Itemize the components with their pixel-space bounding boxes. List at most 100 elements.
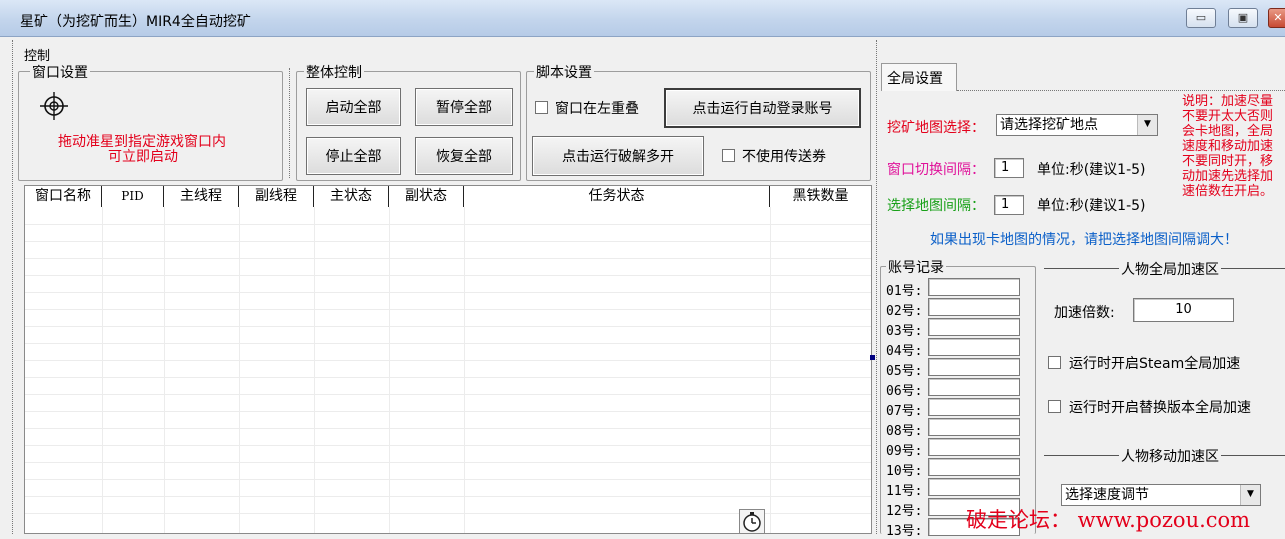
table-row[interactable] <box>25 377 871 378</box>
table-row[interactable] <box>25 479 871 480</box>
account-input[interactable] <box>928 278 1020 296</box>
account-row: 03号: <box>886 317 1026 339</box>
window-interval-input[interactable]: 1 <box>994 158 1024 178</box>
account-list: 01号: 02号: 03号: 04号: 05号: 06号: 07号: 08号: … <box>886 277 1026 539</box>
splitter-handle[interactable] <box>870 355 875 360</box>
account-record-label: 账号记录 <box>886 257 946 277</box>
design-guide-splitter <box>876 40 877 534</box>
close-button[interactable]: ✕ <box>1268 8 1285 28</box>
column-header[interactable]: 黑铁数量 <box>770 186 871 207</box>
column-header[interactable]: 任务状态 <box>464 186 770 207</box>
column-header[interactable]: PID <box>102 186 164 207</box>
grid-line <box>389 207 390 533</box>
account-input[interactable] <box>928 358 1020 376</box>
grid-line <box>102 207 103 533</box>
crosshair-icon[interactable] <box>40 92 68 120</box>
column-header[interactable]: 副状态 <box>389 186 464 207</box>
notice-line: 不要同时开，移 <box>1182 154 1274 169</box>
table-row[interactable] <box>25 360 871 361</box>
steam-speed-checkbox[interactable] <box>1048 356 1061 369</box>
account-row: 01号: <box>886 277 1026 299</box>
stop-all-button[interactable]: 停止全部 <box>306 137 401 175</box>
table-row[interactable] <box>25 292 871 293</box>
multiplier-input[interactable]: 10 <box>1133 298 1234 322</box>
map-interval-input[interactable]: 1 <box>994 195 1024 215</box>
crack-multi-button[interactable]: 点击运行破解多开 <box>532 136 704 176</box>
column-header[interactable]: 副线程 <box>239 186 314 207</box>
table-row[interactable] <box>25 343 871 344</box>
map-select-dropdown[interactable]: 请选择挖矿地点 ▼ <box>996 114 1158 136</box>
account-row: 06号: <box>886 377 1026 399</box>
table-row[interactable] <box>25 224 871 225</box>
drag-hint-line2: 可立即启动 <box>108 149 178 165</box>
no-teleport-checkbox[interactable] <box>722 149 735 162</box>
maximize-button[interactable]: ▣ <box>1228 8 1258 28</box>
close-icon: ✕ <box>1273 11 1283 24</box>
window-left-stack-checkbox[interactable] <box>535 101 548 114</box>
account-input[interactable] <box>928 298 1020 316</box>
resume-all-button[interactable]: 恢复全部 <box>415 137 513 175</box>
map-interval-label: 选择地图间隔： <box>887 198 985 214</box>
table-row[interactable] <box>25 445 871 446</box>
table-row[interactable] <box>25 496 871 497</box>
tab-global-settings-label: 全局设置 <box>887 71 943 87</box>
table-row[interactable] <box>25 411 871 412</box>
table-row[interactable] <box>25 428 871 429</box>
map-interval-unit: 单位:秒(建议1-5) <box>1037 198 1146 214</box>
overall-control-label: 整体控制 <box>304 62 364 82</box>
tab-global-settings[interactable]: 全局设置 <box>881 63 957 91</box>
start-all-button[interactable]: 启动全部 <box>306 88 401 126</box>
account-row: 10号: <box>886 457 1026 479</box>
account-row: 04号: <box>886 337 1026 359</box>
notice-line: 速度和移动加速 <box>1182 139 1274 154</box>
account-input[interactable] <box>928 458 1020 476</box>
table-row[interactable] <box>25 275 871 276</box>
table-row[interactable] <box>25 394 871 395</box>
pause-all-button[interactable]: 暂停全部 <box>415 88 513 126</box>
move-speed-label: 人物移动加速区 <box>1119 446 1221 466</box>
design-guide <box>289 68 290 178</box>
window-interval-label: 窗口切换间隔： <box>887 162 985 178</box>
column-header[interactable]: 主线程 <box>164 186 239 207</box>
auto-login-button[interactable]: 点击运行自动登录账号 <box>664 88 861 128</box>
notice-line: 会卡地图，全局 <box>1182 124 1274 139</box>
multiplier-label: 加速倍数: <box>1054 305 1115 321</box>
account-input[interactable] <box>928 398 1020 416</box>
tab-baseline <box>957 90 1285 91</box>
account-row: 08号: <box>886 417 1026 439</box>
column-header[interactable]: 窗口名称 <box>25 186 102 207</box>
speed-select-dropdown[interactable]: 选择速度调节 ▼ <box>1061 484 1261 506</box>
global-speed-label: 人物全局加速区 <box>1119 259 1221 279</box>
grid-line <box>164 207 165 533</box>
table-row[interactable] <box>25 241 871 242</box>
table-row[interactable] <box>25 258 871 259</box>
alt-speed-label: 运行时开启替换版本全局加速 <box>1069 400 1251 416</box>
speed-select-value: 选择速度调节 <box>1065 487 1149 503</box>
account-row: 09号: <box>886 437 1026 459</box>
minimize-button[interactable]: ▭ <box>1186 8 1216 28</box>
window-left-stack-label: 窗口在左重叠 <box>555 101 639 117</box>
account-input[interactable] <box>928 378 1020 396</box>
account-input[interactable] <box>928 418 1020 436</box>
account-input[interactable] <box>928 478 1020 496</box>
no-teleport-label: 不使用传送券 <box>742 149 826 165</box>
account-input[interactable] <box>928 438 1020 456</box>
alt-speed-checkbox[interactable] <box>1048 400 1061 413</box>
table-row[interactable] <box>25 462 871 463</box>
table-row[interactable] <box>25 309 871 310</box>
column-header[interactable]: 主状态 <box>314 186 389 207</box>
notice-text: 说明：加速尽量 不要开太大否则 会卡地图，全局 速度和移动加速 不要同时开，移 … <box>1182 94 1285 199</box>
title-bar: 星矿（为挖矿而生）MIR4全自动挖矿 ▭ ▣ ✕ <box>0 0 1285 37</box>
account-row: 07号: <box>886 397 1026 419</box>
account-input[interactable] <box>928 338 1020 356</box>
table-row[interactable] <box>25 326 871 327</box>
account-input[interactable] <box>928 318 1020 336</box>
chevron-down-icon: ▼ <box>1240 485 1260 505</box>
grid-line <box>239 207 240 533</box>
chevron-down-icon: ▼ <box>1137 115 1157 135</box>
grid-line <box>770 207 771 533</box>
account-label: 13号: <box>886 524 923 539</box>
table-header: 窗口名称 PID 主线程 副线程 主状态 副状态 任务状态 黑铁数量 <box>25 186 871 207</box>
grid-line <box>314 207 315 533</box>
window-list-table[interactable]: 窗口名称 PID 主线程 副线程 主状态 副状态 任务状态 黑铁数量 <box>24 185 872 534</box>
